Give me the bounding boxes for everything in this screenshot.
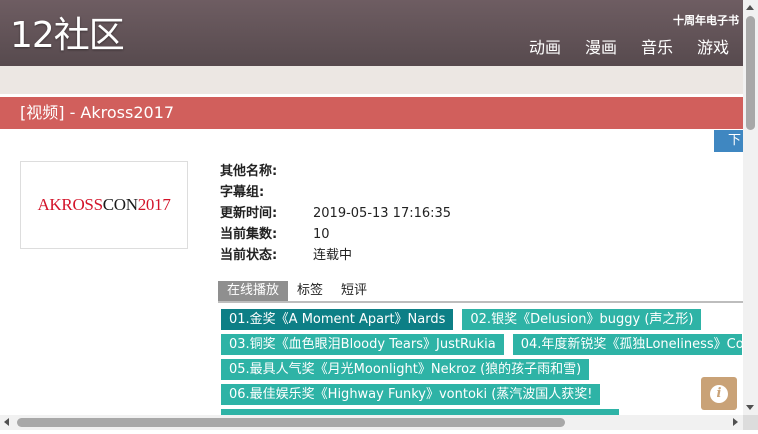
horizontal-scrollbar[interactable] [0,415,743,430]
info-icon[interactable]: i [701,377,737,410]
main-nav: 动画 漫画 音乐 游戏 [529,37,729,59]
info-row-subtitle-group: 字幕组: [220,184,451,205]
cover-text-con: CON [102,195,138,214]
episode-link[interactable]: 04.年度新锐奖《孤独Loneliness》Co [512,334,742,355]
info-label: 当前集数: [220,227,278,242]
page-title: [视频] - Akross2017 [20,103,175,122]
tab-comments[interactable]: 短评 [332,281,376,301]
download-tab[interactable]: 下载 [714,130,743,152]
info-value: 2019-05-13 17:16:35 [313,206,452,221]
info-row-update-time: 更新时间: 2019-05-13 17:16:35 [220,205,451,226]
episode-link[interactable]: 06.最佳娱乐奖《Highway Funky》vontoki (蒸汽波国人获奖! [221,384,601,405]
page-title-bar: [视频] - Akross2017 [0,97,743,129]
info-panel: 其他名称: 字幕组: 更新时间: 2019-05-13 17:16:35 当前集… [220,163,451,268]
info-row-status: 当前状态: 连载中 [220,247,451,268]
cover-text-akross: AKROSS [37,195,103,214]
scroll-up-arrow-icon[interactable] [746,5,754,10]
scroll-right-arrow-icon[interactable] [733,418,738,426]
vertical-scroll-thumb[interactable] [746,16,755,130]
episode-link[interactable]: 02.银奖《Delusion》buggy (声之形) [462,309,702,330]
nav-item-anime[interactable]: 动画 [529,37,561,59]
info-label: 当前状态: [220,248,278,263]
nav-item-music[interactable]: 音乐 [641,37,673,59]
info-value: 连载中 [313,248,353,263]
info-row-episode-count: 当前集数: 10 [220,226,451,247]
info-value: 10 [313,227,330,242]
info-label: 其他名称: [220,164,278,179]
vertical-scrollbar[interactable] [743,0,758,415]
scroll-down-arrow-icon[interactable] [746,405,754,410]
nav-item-games[interactable]: 游戏 [697,37,729,59]
episode-link[interactable]: 01.金奖《A Moment Apart》Nards [221,309,454,330]
episode-link[interactable]: 05.最具人气奖《月光Moonlight》Nekroz (狼的孩子雨和雪) [221,359,590,380]
sub-navigation-bar [0,66,743,94]
scroll-left-arrow-icon[interactable] [4,418,9,426]
info-row-other-names: 其他名称: [220,163,451,184]
site-header: 12社区 十周年电子书 动画 漫画 音乐 游戏 [0,0,743,66]
episode-row: 01.金奖《A Moment Apart》Nards 02.银奖《Delusio… [221,309,758,330]
site-logo[interactable]: 12社区 [10,12,125,60]
tab-tags[interactable]: 标签 [288,281,332,301]
cover-text-year: 2017 [137,195,171,214]
scrollbar-corner [743,415,758,430]
content-tabs: 在线播放 标签 短评 [218,281,743,303]
episode-link[interactable]: 03.铜奖《血色眼泪Bloody Tears》JustRukia [221,334,504,355]
episode-row: 03.铜奖《血色眼泪Bloody Tears》JustRukia 04.年度新锐… [221,334,758,355]
info-label: 字幕组: [220,185,265,200]
cover-image: AKROSS CON 2017 [20,161,188,249]
info-circle-icon: i [710,384,728,403]
episode-row: 06.最佳娱乐奖《Highway Funky》vontoki (蒸汽波国人获奖! [221,384,758,405]
episode-row: 05.最具人气奖《月光Moonlight》Nekroz (狼的孩子雨和雪) [221,359,758,380]
tab-online-play[interactable]: 在线播放 [218,281,289,301]
ebook-link[interactable]: 十周年电子书 [673,12,739,28]
info-label: 更新时间: [220,206,278,221]
nav-item-manga[interactable]: 漫画 [585,37,617,59]
horizontal-scroll-thumb[interactable] [17,418,565,427]
